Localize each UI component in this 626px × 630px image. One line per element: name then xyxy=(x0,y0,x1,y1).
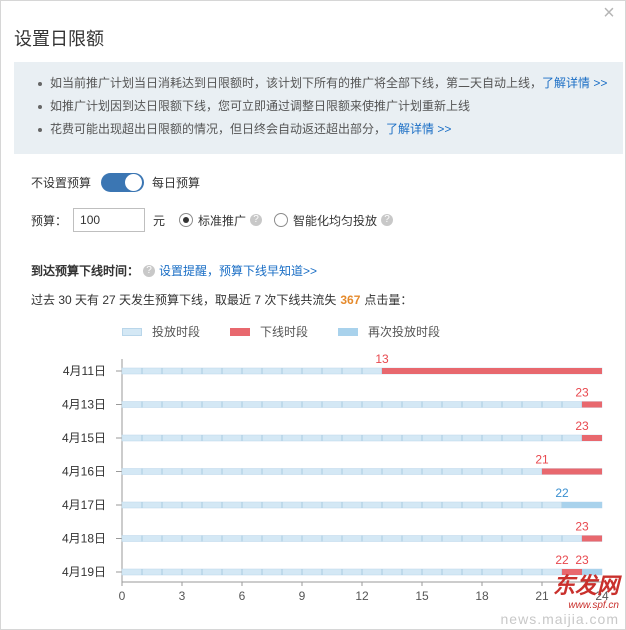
close-icon[interactable]: × xyxy=(599,3,619,23)
offline-time-label: 到达预算下线时间： xyxy=(31,264,140,278)
lost-clicks-count: 367 xyxy=(340,292,361,307)
redelivery-segment xyxy=(562,502,602,508)
offline-segment xyxy=(582,401,602,408)
dialog-title: 设置日限额 xyxy=(14,29,104,49)
hour-label: 22 xyxy=(555,553,569,567)
learn-more-link[interactable]: 了解详情 >> xyxy=(542,76,607,90)
summary-suffix: 点击量： xyxy=(364,293,413,307)
daily-limit-dialog: × 设置日限额 如当前推广计划当日消耗达到日限额时，该计划下所有的推广将全部下线… xyxy=(0,0,626,630)
legend-swatch xyxy=(338,327,359,336)
hour-label: 23 xyxy=(575,520,589,534)
offline-segment xyxy=(582,535,602,542)
row-date-label: 4月16日 xyxy=(62,465,106,479)
legend-swatch xyxy=(122,327,142,336)
legend-redelivery: 再次投放时段 xyxy=(338,323,440,340)
notice-item: 花费可能出现超出日限额的情况，但日终会自动返还超出部分，了解详情 >> xyxy=(38,118,623,141)
budget-toggle[interactable] xyxy=(101,173,145,192)
legend-delivery: 投放时段 xyxy=(122,323,200,340)
hour-label: 23 xyxy=(575,419,589,433)
hour-label: 22 xyxy=(555,486,569,500)
smart-label[interactable]: 智能化均匀投放 xyxy=(293,212,377,229)
x-tick-label: 12 xyxy=(355,589,369,603)
budget-input[interactable] xyxy=(73,208,146,232)
notice-item: 如推广计划因到达日限额下线，您可立即通过调整日限额来使推广计划重新上线 xyxy=(38,95,623,118)
row-date-label: 4月13日 xyxy=(62,398,106,412)
watermark-url: www.spf.cn xyxy=(568,600,619,611)
help-icon[interactable]: ? xyxy=(381,214,394,226)
legend-swatch xyxy=(230,327,251,336)
x-tick-label: 15 xyxy=(415,589,429,603)
row-date-label: 4月17日 xyxy=(62,498,106,512)
budget-label: 预算： xyxy=(31,213,68,228)
watermark-news: news.maijia.com xyxy=(500,611,619,627)
legend-offline: 下线时段 xyxy=(230,323,308,340)
standard-label[interactable]: 标准推广 xyxy=(198,212,246,229)
summary-text: 过去 30 天有 27 天发生预算下线，取最近 7 次下线共流失 xyxy=(31,293,337,307)
learn-more-link[interactable]: 了解详情 >> xyxy=(386,122,451,136)
set-reminder-link[interactable]: 设置提醒，预算下线早知道>> xyxy=(159,262,317,279)
x-tick-label: 6 xyxy=(239,589,246,603)
row-date-label: 4月18日 xyxy=(62,532,106,546)
offline-summary-row: 过去 30 天有 27 天发生预算下线，取最近 7 次下线共流失 367 点击量… xyxy=(31,291,412,308)
row-date-label: 4月11日 xyxy=(63,364,106,378)
watermark-brand: 东发网 xyxy=(552,573,619,599)
hour-label: 23 xyxy=(575,386,589,400)
smart-radio[interactable] xyxy=(274,213,289,227)
notice-item: 如当前推广计划当日消耗达到日限额时，该计划下所有的推广将全部下线，第二天自动上线… xyxy=(38,72,623,95)
hour-label: 23 xyxy=(575,553,589,567)
hour-label: 21 xyxy=(535,453,549,467)
row-date-label: 4月19日 xyxy=(62,565,106,579)
row-date-label: 4月15日 xyxy=(62,431,106,445)
x-tick-label: 9 xyxy=(299,589,306,603)
chart-legend: 投放时段 下线时段 再次投放时段 xyxy=(122,323,470,340)
x-tick-label: 0 xyxy=(119,589,126,603)
offline-segment xyxy=(542,468,602,475)
notice-panel: 如当前推广计划当日消耗达到日限额时，该计划下所有的推广将全部下线，第二天自动上线… xyxy=(14,62,623,154)
no-budget-label: 不设置预算 xyxy=(31,176,92,190)
offline-segment xyxy=(582,435,602,441)
help-icon[interactable]: ? xyxy=(143,264,156,277)
watermark: 东发网 www.spf.cn news.maijia.com xyxy=(501,568,619,627)
budget-toggle-row: 不设置预算 每日预算 xyxy=(31,173,200,192)
x-tick-label: 18 xyxy=(475,589,489,603)
budget-unit: 元 xyxy=(153,213,166,228)
hour-label: 13 xyxy=(375,352,389,366)
daily-budget-label: 每日预算 xyxy=(152,176,201,190)
budget-row: 预算： 元 标准推广 ? 智能化均匀投放 ? xyxy=(31,208,394,232)
x-tick-label: 3 xyxy=(179,589,186,603)
offline-title-row: 到达预算下线时间： ? 设置提醒，预算下线早知道>> xyxy=(31,262,317,279)
standard-radio[interactable] xyxy=(179,213,194,227)
help-icon[interactable]: ? xyxy=(250,214,263,226)
toggle-knob xyxy=(125,174,143,191)
offline-segment xyxy=(382,368,602,374)
